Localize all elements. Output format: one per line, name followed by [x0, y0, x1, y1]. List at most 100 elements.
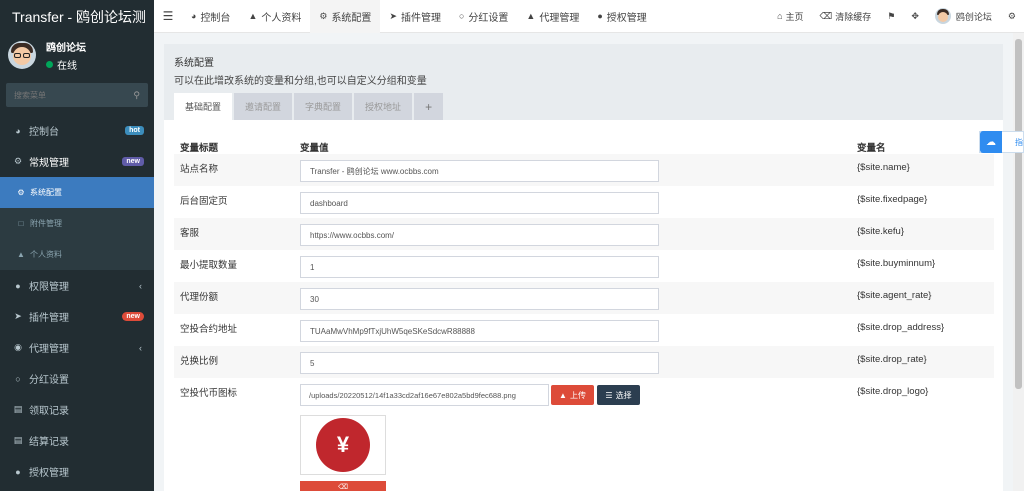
app-logo[interactable]: Transfer - 鸥创论坛测: [0, 0, 154, 33]
panel-heading: 系统配置 可以在此增改系统的变量和分组,也可以自定义分组和变量 基础配置 邀请配…: [164, 44, 1003, 120]
sidebar-item-attachments[interactable]: □ 附件管理: [0, 208, 154, 239]
trash-icon: ⌫: [819, 10, 833, 21]
scrollbar-thumb[interactable]: [1015, 39, 1022, 389]
sidebar-item-dashboard[interactable]: ◕ 控制台 hot: [0, 115, 154, 146]
group-icon: ●: [15, 280, 21, 291]
table-row: 空投合约地址 TUAaMwVhMp9fTxjUhW5qeSKeSdcwR8888…: [174, 314, 994, 346]
sidebar-item-claims[interactable]: ▤ 领取记录: [0, 394, 154, 425]
clear-cache-button[interactable]: ⌫ 清除缓存: [812, 0, 880, 33]
agent-rate-input[interactable]: 30: [300, 288, 659, 310]
top-navbar: ☰ ◕ 控制台 ▲ 个人资料 ⚙ 系统配置 ➤ 插件管理 ○ 分红设置 ▲ 代理管理 ● 授权…: [154, 0, 1024, 33]
sidebar-submenu: ⚙ 系统配置 □ 附件管理 ▲ 个人资料: [0, 177, 154, 270]
user-menu[interactable]: 鸥创论坛: [927, 0, 1000, 33]
sidebar-item-agents[interactable]: ◉ 代理管理 ‹: [0, 332, 154, 363]
user-panel: 鸥创论坛 在线: [0, 33, 154, 77]
menu-toggle-icon[interactable]: ☰: [154, 9, 182, 23]
language-icon[interactable]: ⚑: [879, 0, 903, 33]
page-title: 系统配置: [174, 58, 214, 69]
avatar: [8, 41, 36, 69]
upload-button[interactable]: ▲ 上传: [551, 385, 594, 405]
user-circle-icon: ◉: [14, 342, 22, 352]
sidebar-item-permissions[interactable]: ● 权限管理 ‹: [0, 270, 154, 301]
tab-dashboard[interactable]: ◕ 控制台: [182, 0, 239, 33]
page-description: 可以在此增改系统的变量和分组,也可以自定义分组和变量: [174, 76, 427, 87]
sidebar-item-system-config[interactable]: ⚙ 系统配置: [0, 177, 154, 208]
user-icon: ▲: [526, 11, 536, 21]
fullscreen-icon[interactable]: ✥: [903, 0, 927, 33]
tab-dictionary-config[interactable]: 字典配置: [294, 93, 353, 120]
new-badge: new: [122, 312, 144, 321]
file-icon: □: [18, 219, 24, 228]
site-name-input[interactable]: Transfer - 鸥创论坛 www.ocbbs.com: [300, 160, 659, 182]
trash-icon: ⌫: [338, 484, 348, 491]
avatar: [934, 8, 951, 24]
circle-icon: ○: [458, 11, 465, 21]
cogs-icon: ⚙: [13, 156, 23, 166]
list-icon: ☰: [605, 390, 613, 400]
list-icon: ▤: [13, 435, 23, 445]
sidebar-item-profile[interactable]: ▲ 个人资料: [0, 239, 154, 270]
drop-rate-input[interactable]: 5: [300, 352, 659, 374]
token-logo-icon: ¥: [316, 418, 370, 472]
sidebar-search[interactable]: ⚲: [6, 83, 148, 107]
search-input[interactable]: [14, 90, 114, 100]
sidebar-item-plugins[interactable]: ➤ 插件管理 new: [0, 301, 154, 332]
main-content: 系统配置 可以在此增改系统的变量和分组,也可以自定义分组和变量 基础配置 邀请配…: [164, 44, 1003, 491]
table-row: 兑换比例 5 {$site.drop_rate}: [174, 346, 994, 378]
sidebar-item-authorization[interactable]: ● 授权管理: [0, 456, 154, 487]
sidebar-item-settlements[interactable]: ▤ 结算记录: [0, 425, 154, 456]
user-icon: ▲: [17, 250, 25, 259]
tab-profile[interactable]: ▲ 个人资料: [239, 0, 310, 33]
table-row: 后台固定页 dashboard {$site.fixedpage}: [174, 186, 994, 218]
new-badge: new: [122, 157, 144, 166]
chevron-left-icon: ‹: [139, 280, 142, 291]
tab-system-config[interactable]: ⚙ 系统配置: [310, 0, 381, 33]
bank-icon: ▤: [13, 404, 23, 414]
delete-image-button[interactable]: ⌫: [300, 481, 386, 491]
floating-widget[interactable]: ☁ 指: [979, 131, 1024, 153]
chevron-left-icon: ‹: [139, 342, 142, 353]
choose-button[interactable]: ☰ 选择: [597, 385, 640, 405]
tab-plugins[interactable]: ➤ 插件管理: [380, 0, 450, 33]
tab-invite-config[interactable]: 邀请配置: [234, 93, 293, 120]
table-row: 站点名称 Transfer - 鸥创论坛 www.ocbbs.com {$sit…: [174, 154, 994, 186]
drop-logo-input[interactable]: /uploads/20220512/14f1a33cd2af16e67e802a…: [300, 384, 549, 406]
sidebar: Transfer - 鸥创论坛测 鸥创论坛 在线 ⚲ ◕ 控制台 hot ⚙ 常…: [0, 0, 154, 491]
home-link[interactable]: ⌂ 主页: [769, 0, 811, 33]
tab-dividends[interactable]: ○ 分红设置: [450, 0, 517, 33]
table-row: 最小提取数量 1 {$site.buyminnum}: [174, 250, 994, 282]
buyminnum-input[interactable]: 1: [300, 256, 659, 278]
user-status: 在线: [46, 57, 86, 72]
sidebar-item-dividends[interactable]: ○ 分红设置: [0, 363, 154, 394]
table-row: 代理份额 30 {$site.agent_rate}: [174, 282, 994, 314]
dashboard-icon: ◕: [191, 11, 197, 21]
group-icon: ●: [15, 466, 21, 477]
scrollbar[interactable]: [1013, 33, 1024, 491]
fixedpage-input[interactable]: dashboard: [300, 192, 659, 214]
drop-logo-preview: ¥: [300, 415, 386, 475]
settings-icon[interactable]: ⚙: [1000, 0, 1024, 33]
sidebar-item-general[interactable]: ⚙ 常规管理 new: [0, 146, 154, 177]
tab-agents[interactable]: ▲ 代理管理: [517, 0, 588, 33]
user-icon: ▲: [248, 11, 258, 21]
gear-icon: ⚙: [319, 10, 328, 21]
config-tabs: 基础配置 邀请配置 字典配置 授权地址 +: [174, 93, 445, 120]
tab-auth-address[interactable]: 授权地址: [354, 93, 413, 120]
tab-basic-config[interactable]: 基础配置: [174, 93, 233, 120]
table-row: 客服 https://www.ocbbs.com/ {$site.kefu}: [174, 218, 994, 250]
home-icon: ⌂: [777, 11, 783, 21]
user-name: 鸥创论坛: [46, 42, 86, 54]
search-icon[interactable]: ⚲: [133, 90, 140, 101]
cloud-icon: ☁: [980, 131, 1002, 153]
add-tab-icon[interactable]: +: [414, 93, 444, 120]
dashboard-icon: ◕: [15, 125, 21, 136]
tab-authorization[interactable]: ● 授权管理: [588, 0, 655, 33]
upload-icon: ▲: [559, 390, 567, 400]
gear-icon: ⚙: [17, 188, 25, 197]
drop-address-input[interactable]: TUAaMwVhMp9fTxjUhW5qeSKeSdcwR88888: [300, 320, 659, 342]
online-dot-icon: [46, 60, 53, 68]
hot-badge: hot: [125, 126, 144, 135]
kefu-input[interactable]: https://www.ocbbs.com/: [300, 224, 659, 246]
table-row: 空投代币图标 /uploads/20220512/14f1a33cd2af16e…: [174, 378, 994, 410]
group-icon: ●: [597, 11, 603, 21]
